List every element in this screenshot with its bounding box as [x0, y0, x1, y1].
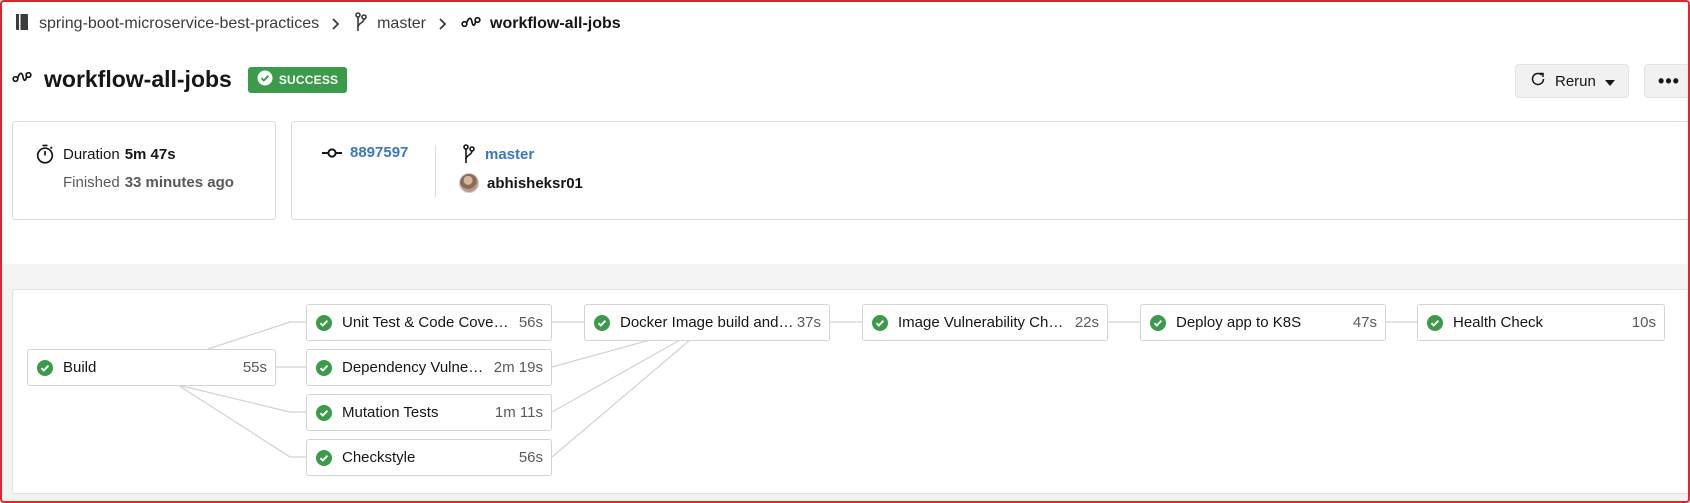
vertical-divider: [435, 145, 436, 197]
job-checkstyle[interactable]: Checkstyle 56s: [306, 439, 552, 476]
avatar: [459, 173, 479, 193]
finished-value: 33 minutes ago: [124, 174, 234, 191]
branch-icon: [462, 144, 476, 164]
finished-row: Finished 33 minutes ago: [63, 174, 234, 191]
workflow-icon: [461, 15, 481, 34]
job-duration: 10s: [1631, 314, 1656, 331]
rerun-button[interactable]: Rerun: [1515, 64, 1629, 98]
job-name: Checkstyle: [342, 449, 416, 466]
job-name: Health Check: [1453, 314, 1544, 331]
commit-hash-link[interactable]: 8897597: [350, 144, 408, 161]
job-dependency-vulnerability[interactable]: Dependency Vulnera… 2m 19s: [306, 349, 552, 386]
job-duration: 56s: [518, 449, 543, 466]
job-duration: 22s: [1074, 314, 1099, 331]
job-deploy-app-to-k8s[interactable]: Deploy app to K8S 47s: [1140, 304, 1386, 341]
status-badge: SUCCESS: [247, 66, 348, 93]
breadcrumb-workflow[interactable]: workflow-all-jobs: [461, 15, 621, 34]
check-circle-icon: [594, 314, 610, 331]
rerun-button-label: Rerun: [1555, 72, 1596, 90]
job-docker-image-build[interactable]: Docker Image build and p… 37s: [584, 304, 830, 341]
chevron-right-icon: [438, 18, 447, 30]
job-name: Mutation Tests: [342, 404, 439, 421]
workflow-icon: [12, 70, 32, 89]
check-circle-icon: [1427, 314, 1443, 331]
job-image-vulnerability-check[interactable]: Image Vulnerability Check 22s: [862, 304, 1108, 341]
commit-icon: [322, 147, 342, 159]
branch-icon: [354, 11, 368, 37]
check-circle-icon: [257, 70, 273, 89]
job-duration: 2m 19s: [493, 359, 543, 376]
job-name: Unit Test & Code Coverage: [342, 314, 513, 331]
job-duration: 1m 11s: [494, 404, 543, 421]
status-badge-label: SUCCESS: [278, 72, 339, 87]
job-mutation-tests[interactable]: Mutation Tests 1m 11s: [306, 394, 552, 431]
job-duration: 37s: [796, 314, 821, 331]
job-name: Deploy app to K8S: [1176, 314, 1302, 331]
page-title: workflow-all-jobs: [44, 66, 232, 92]
duration-label: Duration: [63, 145, 120, 163]
author-name[interactable]: abhisheksr01: [487, 175, 583, 192]
breadcrumb-project[interactable]: spring-boot-microservice-best-practices: [14, 13, 319, 36]
breadcrumb-branch-label: master: [377, 15, 426, 32]
job-duration: 47s: [1352, 314, 1377, 331]
repo-book-icon: [14, 13, 30, 36]
breadcrumb-branch[interactable]: master: [354, 11, 426, 37]
check-circle-icon: [316, 359, 332, 376]
stopwatch-icon: [36, 144, 54, 164]
duration-row: Duration 5m 47s: [36, 144, 176, 164]
duration-value: 5m 47s: [124, 145, 176, 163]
branch-row: master: [462, 144, 534, 164]
check-circle-icon: [1150, 314, 1166, 331]
job-name: Docker Image build and p…: [620, 314, 797, 331]
breadcrumb-project-label: spring-boot-microservice-best-practices: [39, 15, 320, 32]
job-build[interactable]: Build 55s: [27, 349, 276, 386]
job-duration: 55s: [242, 359, 267, 376]
finished-label: Finished: [63, 174, 120, 191]
duration-card: Duration 5m 47s Finished 33 minutes ago: [12, 121, 276, 220]
job-unit-test[interactable]: Unit Test & Code Coverage 56s: [306, 304, 552, 341]
check-circle-icon: [316, 314, 332, 331]
branch-link[interactable]: master: [485, 146, 534, 163]
more-options-label: •••: [1658, 70, 1680, 91]
more-options-button[interactable]: •••: [1644, 64, 1690, 98]
job-health-check[interactable]: Health Check 10s: [1417, 304, 1665, 341]
breadcrumb-workflow-label: workflow-all-jobs: [490, 15, 621, 32]
page-header: workflow-all-jobs SUCCESS: [12, 66, 348, 93]
check-circle-icon: [316, 404, 332, 421]
job-duration: 56s: [518, 314, 543, 331]
chevron-right-icon: [331, 18, 340, 30]
check-circle-icon: [872, 314, 888, 331]
author-row: abhisheksr01: [459, 173, 583, 193]
job-name: Build: [63, 359, 97, 376]
check-circle-icon: [316, 449, 332, 466]
job-name: Image Vulnerability Check: [898, 314, 1069, 331]
check-circle-icon: [37, 359, 53, 376]
commit-card: 8897597 master abhisheksr01: [291, 121, 1690, 220]
caret-down-icon: [1604, 73, 1615, 90]
commit-row: 8897597: [322, 144, 408, 161]
refresh-icon: [1530, 71, 1546, 91]
breadcrumb: spring-boot-microservice-best-practices …: [14, 11, 621, 37]
job-name: Dependency Vulnera…: [342, 359, 488, 376]
